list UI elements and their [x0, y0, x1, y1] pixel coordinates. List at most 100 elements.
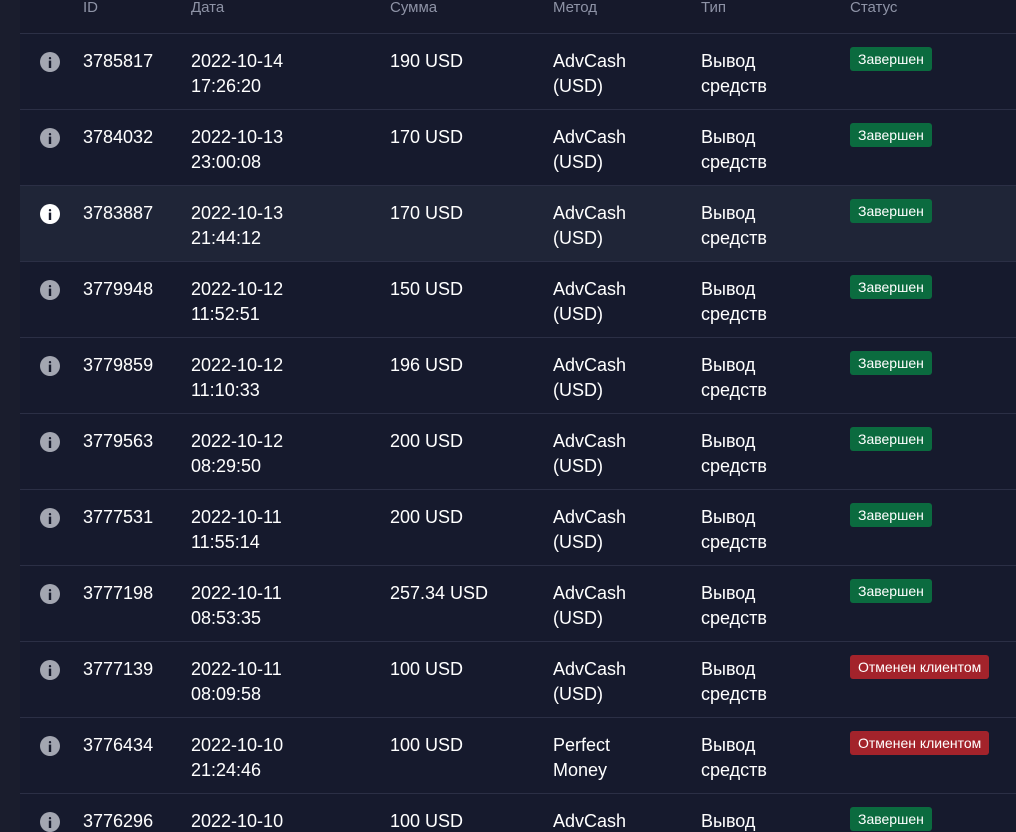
- column-header-status[interactable]: Статус: [850, 0, 897, 18]
- cell-type-line1: Вывод: [701, 127, 756, 147]
- status-badge: Отменен клиентом: [850, 655, 990, 679]
- cell-type-line1: Вывод: [701, 583, 756, 603]
- cell-method: AdvCash (USD): [553, 657, 683, 707]
- cell-status: Завершен: [850, 122, 932, 147]
- status-badge: Завершен: [850, 123, 932, 147]
- cell-date-time: 08:09:58: [191, 684, 262, 704]
- cell-date-day: 2022-10-14: [191, 51, 284, 71]
- cell-type-line2: средств: [701, 152, 767, 172]
- cell-method-line2: (USD): [553, 684, 603, 704]
- info-icon[interactable]: [40, 736, 60, 756]
- cell-type: Вывод средств: [701, 353, 821, 403]
- cell-type-line1: Вывод: [701, 507, 756, 527]
- info-icon[interactable]: [40, 280, 60, 300]
- table-row[interactable]: 3779859 2022-10-12 11:10:33 196 USD AdvCash (…: [20, 338, 1016, 414]
- table-row[interactable]: 3783887 2022-10-13 21:44:12 170 USD AdvCash (…: [20, 186, 1016, 262]
- cell-method-line2: (USD): [553, 304, 603, 324]
- cell-date: 2022-10-10: [191, 809, 371, 832]
- cell-method-line1: AdvCash: [553, 583, 627, 603]
- cell-id: 3783887: [83, 203, 154, 223]
- column-header-date[interactable]: Дата: [191, 0, 224, 18]
- cell-status: Завершен: [850, 46, 932, 71]
- table-row[interactable]: 3777198 2022-10-11 08:53:35 257.34 USD AdvCa…: [20, 566, 1016, 642]
- status-badge: Завершен: [850, 427, 932, 451]
- cell-id: 3776296: [83, 811, 154, 831]
- cell-type-line1: Вывод: [701, 431, 756, 451]
- cell-date-time: 21:44:12: [191, 228, 262, 248]
- cell-date-day: 2022-10-12: [191, 279, 284, 299]
- column-header-type[interactable]: Тип: [701, 0, 726, 18]
- table-row[interactable]: 3777139 2022-10-11 08:09:58 100 USD AdvCash (…: [20, 642, 1016, 718]
- cell-amount: 196 USD: [390, 355, 464, 375]
- cell-method: AdvCash (USD): [553, 201, 683, 251]
- cell-type: Вывод средств: [701, 429, 821, 479]
- status-badge: Завершен: [850, 199, 932, 223]
- status-badge: Завершен: [850, 351, 932, 375]
- status-badge: Завершен: [850, 807, 932, 831]
- cell-date: 2022-10-11 08:53:35: [191, 581, 371, 631]
- cell-method-line1: Perfect: [553, 735, 611, 755]
- info-icon[interactable]: [40, 128, 60, 148]
- cell-amount: 150 USD: [390, 279, 464, 299]
- cell-method-line1: AdvCash: [553, 431, 627, 451]
- cell-amount: 257.34 USD: [390, 583, 489, 603]
- cell-amount: 170 USD: [390, 127, 464, 147]
- cell-method: AdvCash (USD): [553, 49, 683, 99]
- cell-date: 2022-10-11 11:55:14: [191, 505, 371, 555]
- cell-type-line2: средств: [701, 532, 767, 552]
- cell-method: AdvCash (USD): [553, 581, 683, 631]
- info-icon[interactable]: [40, 356, 60, 376]
- cell-date-day: 2022-10-12: [191, 355, 284, 375]
- info-icon[interactable]: [40, 432, 60, 452]
- status-badge: Отменен клиентом: [850, 731, 990, 755]
- cell-id: 3777531: [83, 507, 154, 527]
- cell-method-line1: AdvCash: [553, 507, 627, 527]
- transactions-page: ID Дата Сумма Метод Тип Статус 3785817 20…: [0, 0, 1016, 832]
- cell-method-line2: (USD): [553, 76, 603, 96]
- cell-method-line1: AdvCash: [553, 279, 627, 299]
- column-header-method[interactable]: Метод: [553, 0, 597, 18]
- table-row[interactable]: 3779563 2022-10-12 08:29:50 200 USD AdvCash (…: [20, 414, 1016, 490]
- cell-date-day: 2022-10-10: [191, 811, 284, 831]
- table-row[interactable]: 3785817 2022-10-14 17:26:20 190 USD AdvCash (…: [20, 34, 1016, 110]
- cell-method-line2: (USD): [553, 456, 603, 476]
- cell-id: 3776434: [83, 735, 154, 755]
- cell-type: Вывод средств: [701, 581, 821, 631]
- status-badge: Завершен: [850, 47, 932, 71]
- cell-method-line2: (USD): [553, 608, 603, 628]
- cell-id: 3779948: [83, 279, 154, 299]
- cell-status: Завершен: [850, 806, 932, 831]
- status-badge: Завершен: [850, 503, 932, 527]
- cell-method: Perfect Money: [553, 733, 683, 783]
- cell-id: 3784032: [83, 127, 154, 147]
- info-icon[interactable]: [40, 52, 60, 72]
- cell-type: Вывод средств: [701, 49, 821, 99]
- cell-date-time: 23:00:08: [191, 152, 262, 172]
- column-header-id[interactable]: ID: [83, 0, 98, 18]
- cell-type-line2: средств: [701, 608, 767, 628]
- cell-status: Завершен: [850, 274, 932, 299]
- cell-date-time: 11:52:51: [191, 304, 260, 324]
- cell-date: 2022-10-11 08:09:58: [191, 657, 371, 707]
- table-row[interactable]: 3776434 2022-10-10 21:24:46 100 USD Perfect M…: [20, 718, 1016, 794]
- cell-date-time: 08:53:35: [191, 608, 262, 628]
- info-icon[interactable]: [40, 660, 60, 680]
- info-icon[interactable]: [40, 584, 60, 604]
- cell-date-time: 08:29:50: [191, 456, 262, 476]
- table-row[interactable]: 3776296 2022-10-10 100 USD AdvCash Вывод Заве…: [20, 794, 1016, 832]
- cell-id: 3777139: [83, 659, 154, 679]
- info-icon[interactable]: [40, 204, 60, 224]
- cell-method-line2: (USD): [553, 380, 603, 400]
- cell-id: 3777198: [83, 583, 154, 603]
- cell-amount: 170 USD: [390, 203, 464, 223]
- left-gutter: [0, 0, 21, 832]
- cell-date-day: 2022-10-13: [191, 127, 284, 147]
- cell-type-line2: средств: [701, 76, 767, 96]
- info-icon[interactable]: [40, 508, 60, 528]
- table-row[interactable]: 3777531 2022-10-11 11:55:14 200 USD AdvCash (…: [20, 490, 1016, 566]
- cell-status: Отменен клиентом: [850, 654, 990, 679]
- table-row[interactable]: 3784032 2022-10-13 23:00:08 170 USD AdvCash (…: [20, 110, 1016, 186]
- info-icon[interactable]: [40, 812, 60, 832]
- column-header-amount[interactable]: Сумма: [390, 0, 437, 18]
- table-row[interactable]: 3779948 2022-10-12 11:52:51 150 USD AdvCash (…: [20, 262, 1016, 338]
